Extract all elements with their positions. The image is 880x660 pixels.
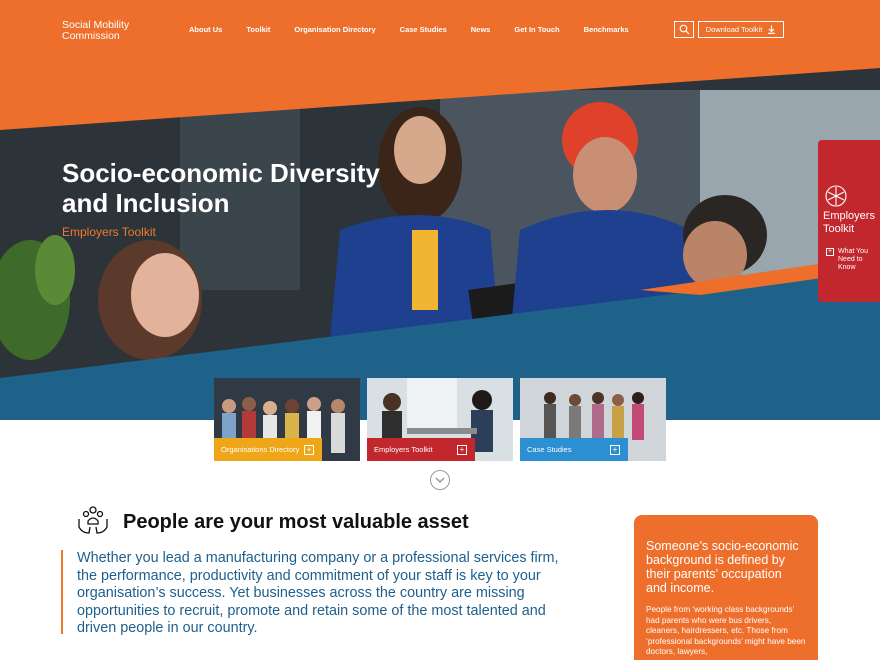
card-label: Case Studies: [527, 445, 572, 454]
info-box-body: People from ‘working class backgrounds’ …: [646, 605, 806, 656]
top-navigation: Social Mobility Commission About Us Tool…: [0, 0, 880, 60]
definition-info-box: Someone’s socio-economic background is d…: [634, 515, 818, 660]
card-label-bar: Organisations Directory +: [214, 438, 322, 461]
card-label-bar: Case Studies +: [520, 438, 628, 461]
chevron-down-icon: [435, 477, 445, 483]
plus-icon: +: [304, 445, 314, 455]
quote-accent-bar: [61, 550, 63, 634]
card-employers-toolkit[interactable]: Employers Toolkit +: [367, 378, 513, 461]
lead-paragraph: Whether you lead a manufacturing company…: [77, 550, 559, 636]
card-label-bar: Employers Toolkit +: [367, 438, 475, 461]
hero-banner: Social Mobility Commission About Us Tool…: [0, 0, 880, 420]
knot-icon: [825, 185, 847, 207]
side-tab-title: Employers Toolkit: [823, 210, 875, 235]
search-button[interactable]: [674, 21, 694, 38]
info-box-heading: Someone’s socio-economic background is d…: [646, 539, 799, 595]
download-toolkit-label: Download Toolkit: [705, 25, 763, 34]
hero-subtitle: Employers Toolkit: [62, 225, 156, 239]
what-you-need-to-know-link[interactable]: + What You Need to Know: [826, 248, 880, 272]
plus-icon: +: [457, 445, 467, 455]
section-heading: People are your most valuable asset: [123, 511, 469, 533]
employers-toolkit-side-tab[interactable]: Employers Toolkit + What You Need to Kno…: [818, 140, 880, 302]
side-tab-link-label: What You Need to Know: [838, 248, 868, 271]
nav-organisation-directory[interactable]: Organisation Directory: [294, 25, 375, 34]
nav-about-us[interactable]: About Us: [189, 25, 222, 34]
plus-icon: +: [826, 248, 834, 256]
scroll-down-button[interactable]: [430, 470, 450, 490]
nav-benchmarks[interactable]: Benchmarks: [584, 25, 629, 34]
nav-get-in-touch[interactable]: Get In Touch: [514, 25, 559, 34]
card-case-studies[interactable]: Case Studies +: [520, 378, 666, 461]
nav-toolkit[interactable]: Toolkit: [246, 25, 270, 34]
feature-cards: Organisations Directory + Employers Tool…: [214, 378, 666, 461]
search-icon: [679, 24, 689, 35]
card-label: Organisations Directory: [221, 445, 300, 454]
download-icon: [768, 25, 776, 34]
card-organisations-directory[interactable]: Organisations Directory +: [214, 378, 360, 461]
nav-news[interactable]: News: [471, 25, 491, 34]
site-logo[interactable]: Social Mobility Commission: [62, 20, 152, 42]
plus-icon: +: [610, 445, 620, 455]
hero-title: Socio-economic Diversity and Inclusion: [62, 158, 380, 218]
nav-links: About Us Toolkit Organisation Directory …: [189, 25, 653, 34]
people-hands-icon: [78, 506, 108, 534]
download-toolkit-button[interactable]: Download Toolkit: [698, 21, 784, 38]
nav-case-studies[interactable]: Case Studies: [400, 25, 447, 34]
card-label: Employers Toolkit: [374, 445, 433, 454]
